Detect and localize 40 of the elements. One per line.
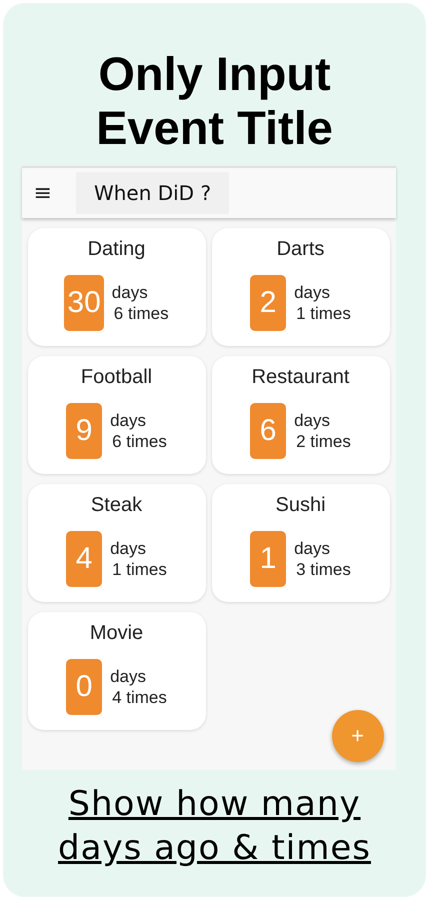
event-title: Movie	[90, 622, 144, 645]
event-title: Dating	[88, 238, 146, 261]
times-label: 6 times	[111, 431, 167, 452]
times-label: 1 times	[295, 303, 351, 324]
event-card[interactable]: Steak 4 days 1 times	[28, 484, 206, 602]
days-label: days	[294, 538, 332, 559]
days-label: days	[294, 282, 332, 303]
times-label: 2 times	[295, 431, 351, 452]
days-label: days	[110, 538, 148, 559]
caption: days ago & times	[58, 827, 371, 870]
event-card[interactable]: Sushi 1 days 3 times	[212, 484, 390, 602]
times-label: 4 times	[111, 687, 167, 708]
event-title: Football	[80, 366, 152, 389]
headline: Event Title	[96, 101, 333, 155]
days-count: 0	[66, 659, 102, 715]
caption: Show how many	[68, 783, 361, 826]
days-count: 4	[66, 531, 102, 587]
days-label: days	[294, 410, 332, 431]
times-label: 3 times	[295, 559, 351, 580]
days-count: 9	[66, 403, 102, 459]
days-count: 30	[64, 275, 104, 331]
days-count: 2	[250, 275, 286, 331]
days-label: days	[110, 666, 148, 687]
event-title: Steak	[90, 494, 142, 517]
event-card[interactable]: Restaurant 6 days 2 times	[212, 356, 390, 474]
times-label: 1 times	[111, 559, 167, 580]
event-title: Darts	[276, 238, 324, 261]
event-title: Sushi	[275, 494, 326, 517]
days-label: days	[110, 410, 148, 431]
times-label: 6 times	[112, 303, 169, 324]
event-card[interactable]: Football 9 days 6 times	[28, 356, 206, 474]
days-count: 1	[250, 531, 286, 587]
event-card[interactable]: Movie 0 days 4 times	[28, 612, 206, 730]
event-card[interactable]: Darts 2 days 1 times	[212, 228, 390, 346]
app-title: When DiD ?	[76, 172, 230, 214]
menu-button[interactable]: ≡	[34, 180, 52, 206]
days-label: days	[112, 282, 149, 303]
event-title: Restaurant	[252, 366, 350, 389]
headline: Only Input	[98, 47, 331, 101]
days-count: 6	[250, 403, 286, 459]
